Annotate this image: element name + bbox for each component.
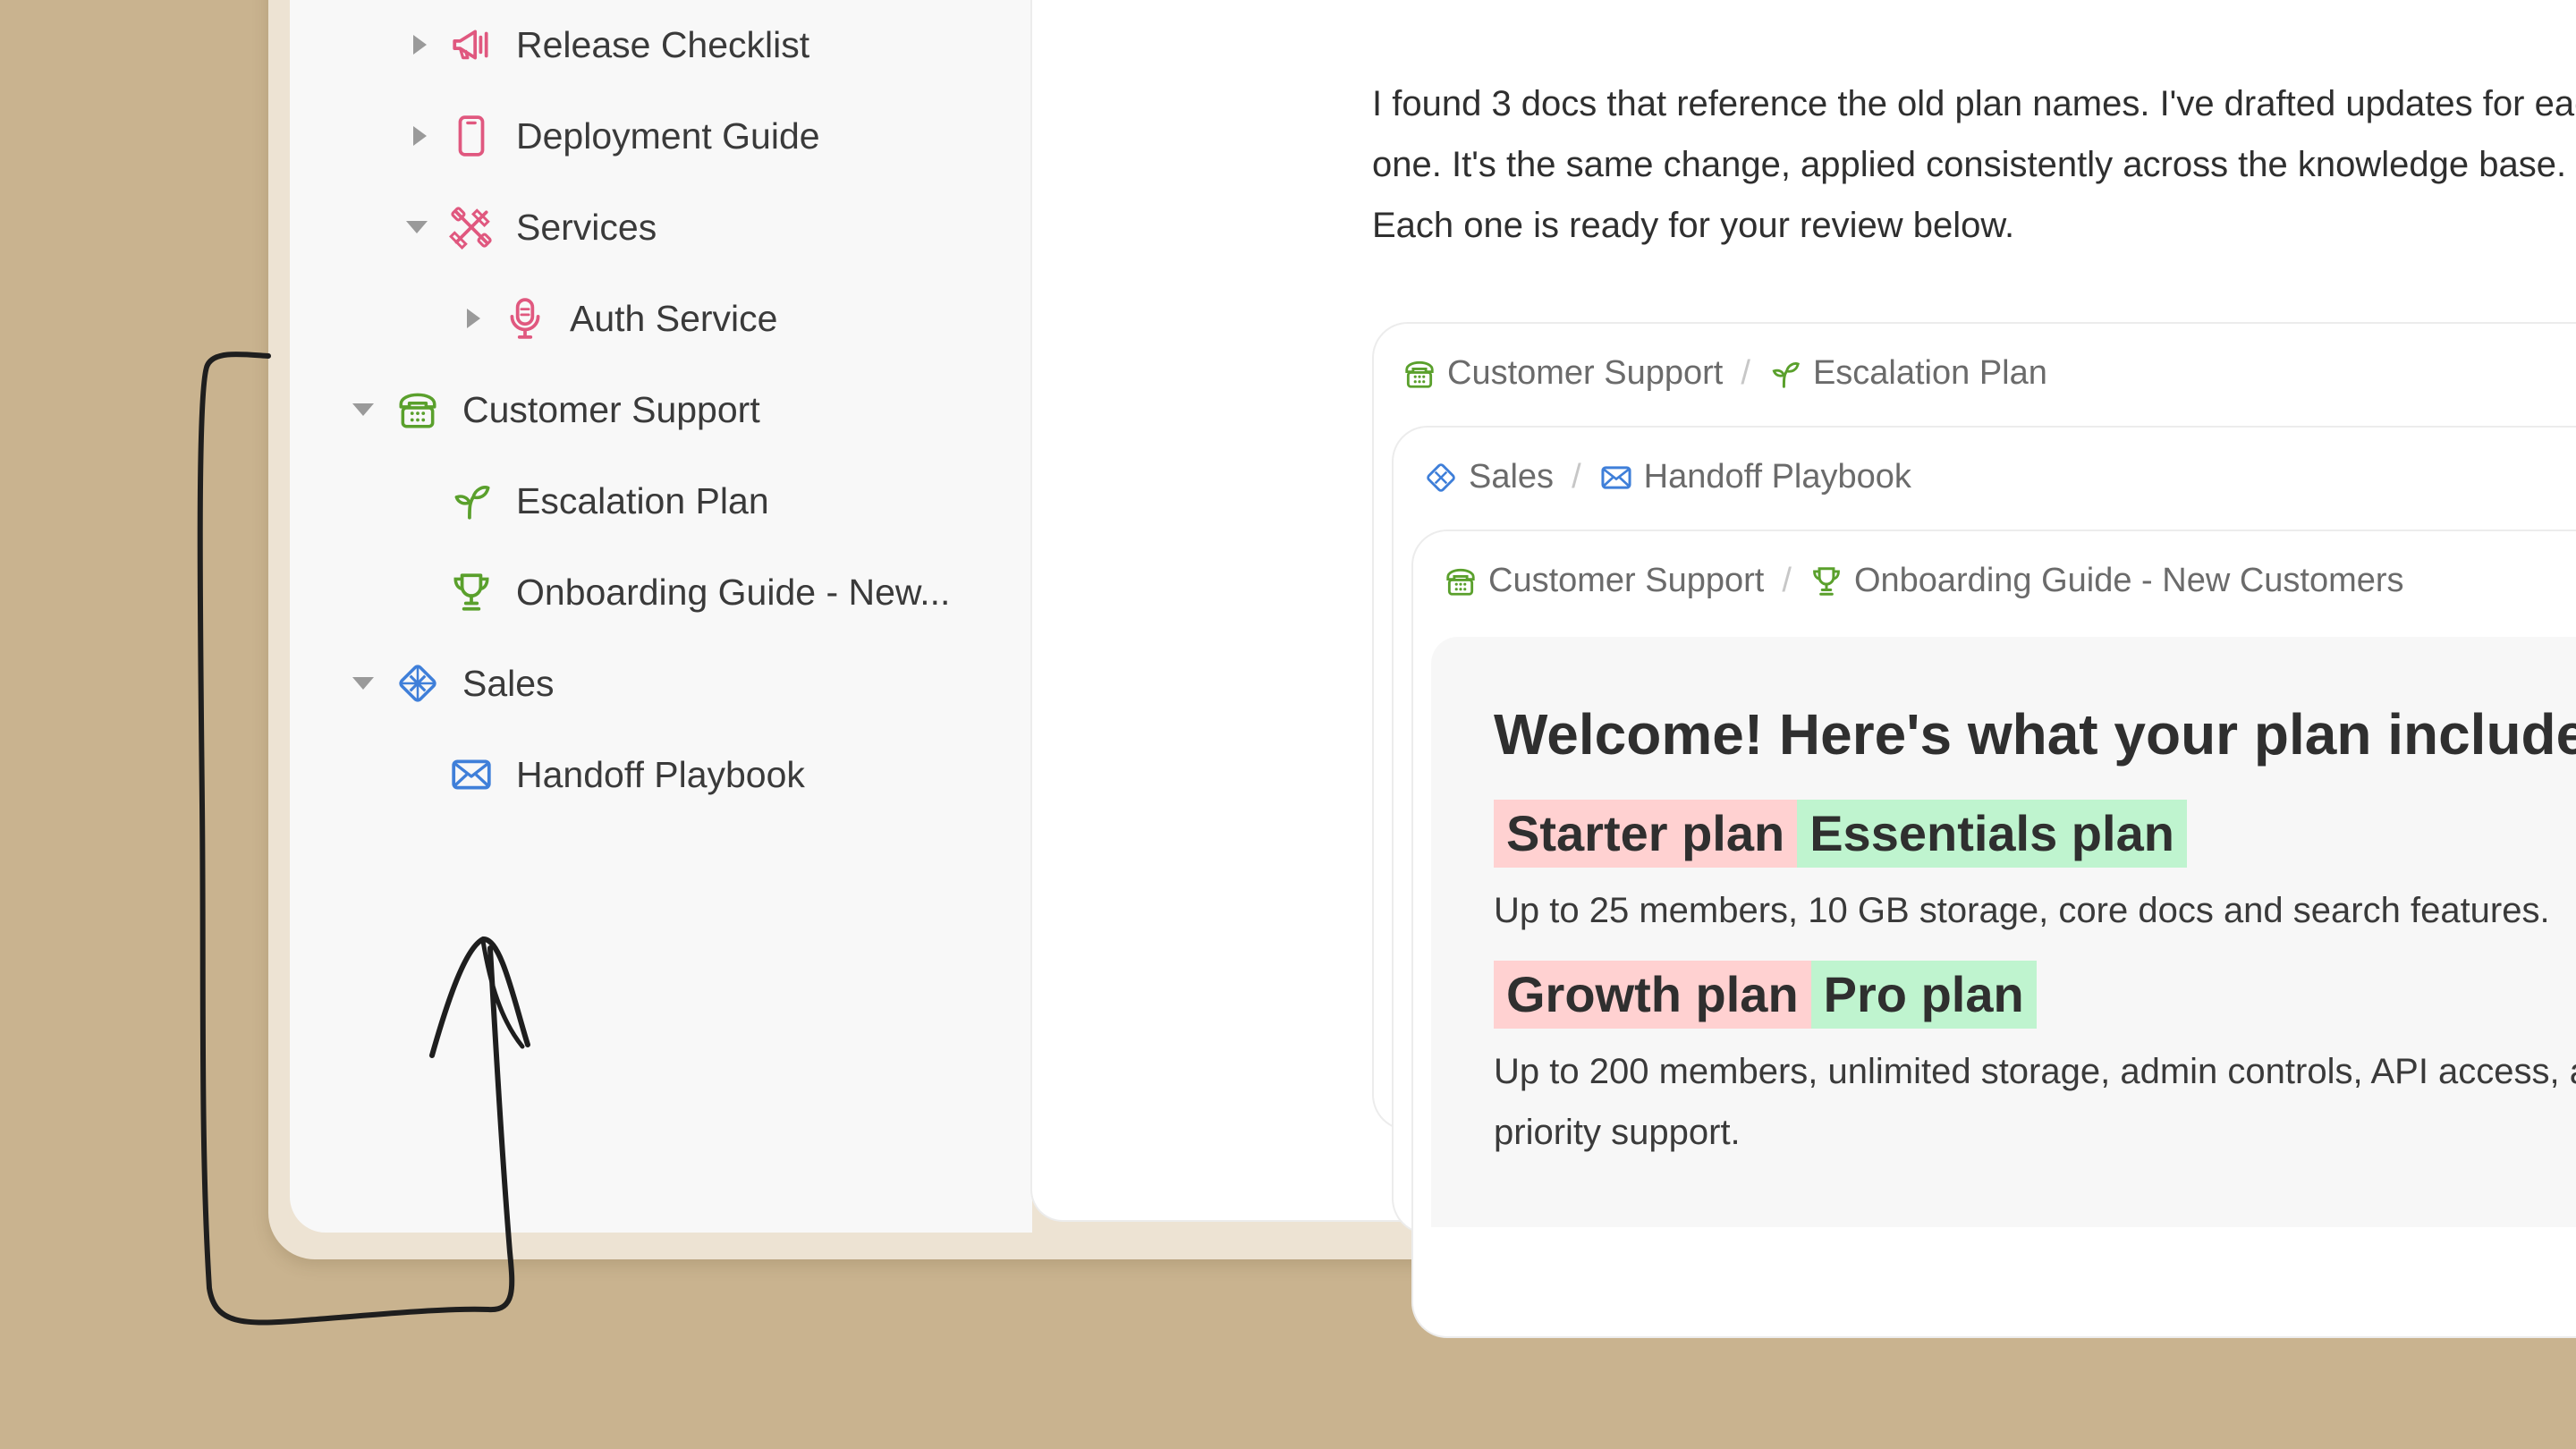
chevron-right-icon[interactable] [467,309,480,328]
breadcrumb-page[interactable]: Escalation Plan [1813,354,2047,393]
breadcrumb-separator: / [1782,562,1792,599]
sidebar-item-label: Services [516,206,657,248]
added-text: Essentials plan [1797,800,2187,868]
trophy-icon [453,573,489,611]
breadcrumb: Sales / Handoff Playbook [1424,458,1911,496]
breadcrumb-separator: / [1741,354,1750,392]
sidebar-item-services[interactable]: Services [394,191,1020,263]
breadcrumb-parent[interactable]: Sales [1469,458,1554,496]
telephone-icon [1446,568,1475,596]
sidebar-item-label: Onboarding Guide - New... [516,571,951,613]
plan-rename-diff: Growth plan Pro plan [1494,961,2037,1029]
sidebar-item-label: Handoff Playbook [516,753,805,795]
sidebar-item-handoff-playbook[interactable]: Handoff Playbook [394,739,1020,810]
breadcrumb-page[interactable]: Handoff Playbook [1644,458,1911,496]
telephone-icon [399,393,436,428]
sidebar-item-release-checklist[interactable]: Release Checklist [394,9,1020,80]
plan-description: Up to 200 members, unlimited storage, ad… [1494,1052,2576,1152]
sidebar-item-deployment-guide[interactable]: Deployment Guide [394,100,1020,172]
sidebar-item-label: Escalation Plan [516,479,769,521]
telephone-icon [1405,360,1434,388]
breadcrumb-separator: / [1572,458,1581,496]
chevron-right-icon[interactable] [413,126,427,146]
chevron-down-icon[interactable] [352,677,374,690]
removed-text: Starter plan [1494,800,1798,868]
breadcrumb-parent[interactable]: Customer Support [1488,562,1764,600]
phone-icon [458,115,485,157]
microphone-icon [510,298,540,339]
breadcrumb: Customer Support / Onboarding Guide - Ne… [1444,562,2404,600]
envelope-icon [452,759,491,790]
sidebar-item-label: Auth Service [570,297,778,339]
chevron-right-icon[interactable] [413,35,427,55]
trophy-icon [1813,566,1840,596]
document-heading: Welcome! Here's what your plan includes [1494,702,2576,767]
sales-icon [399,665,436,702]
breadcrumb-page[interactable]: Onboarding Guide - New Customers [1854,562,2404,600]
sidebar-item-label: Release Checklist [516,23,810,65]
sidebar-item-label: Deployment Guide [516,114,820,157]
plan-description: Up to 25 members, 10 GB storage, core do… [1494,891,2550,930]
assistant-message: I found 3 docs that reference the old pl… [1372,84,2576,245]
sidebar-item-label: Sales [462,662,555,704]
sidebar-item-escalation-plan[interactable]: Escalation Plan [394,465,1020,537]
envelope-icon [1601,465,1631,489]
plan-rename-diff: Starter plan Essentials plan [1494,800,2187,868]
sprout-icon [1772,361,1800,388]
sidebar-item-customer-support[interactable]: Customer Support [340,374,1020,445]
chevron-down-icon[interactable] [406,221,428,233]
added-text: Pro plan [1810,961,2037,1029]
sales-icon [1427,462,1455,492]
removed-text: Growth plan [1494,961,1811,1029]
breadcrumb-parent[interactable]: Customer Support [1447,354,1723,393]
sidebar-item-sales[interactable]: Sales [340,648,1020,719]
sidebar-item-auth-service[interactable]: Auth Service [447,283,1020,354]
breadcrumb: Customer Support / Escalation Plan [1402,354,2047,393]
sidebar-item-label: Customer Support [462,388,760,430]
sprout-icon [454,486,490,520]
sidebar-item-onboarding-guide[interactable]: Onboarding Guide - New... [394,556,1020,628]
chevron-down-icon[interactable] [352,403,374,416]
tools-icon [449,207,492,250]
megaphone-icon [453,30,488,60]
